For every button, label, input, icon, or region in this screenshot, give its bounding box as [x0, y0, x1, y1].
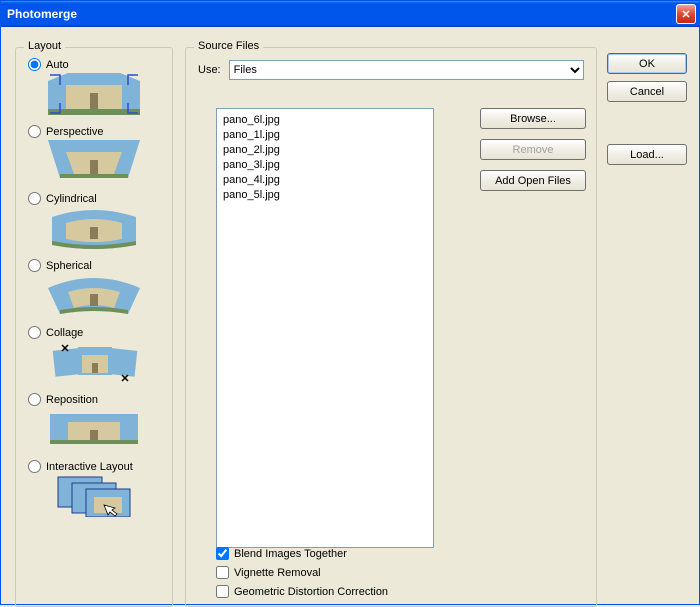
cylindrical-thumb-icon [48, 207, 140, 249]
use-select[interactable]: Files [229, 60, 584, 80]
layout-spherical-label: Spherical [46, 260, 92, 272]
source-files-group: Source Files Use: Files pano_6l.jpgpano_… [185, 47, 597, 607]
vignette-check-row[interactable]: Vignette Removal [216, 566, 388, 579]
layout-collage-thumb [48, 341, 140, 383]
layout-interactive-row[interactable]: Interactive Layout [28, 460, 164, 473]
layout-reposition-row[interactable]: Reposition [28, 393, 164, 406]
collage-thumb-icon [48, 341, 140, 383]
layout-collage-row[interactable]: Collage [28, 326, 164, 339]
file-item[interactable]: pano_5l.jpg [223, 188, 427, 203]
layout-perspective-radio[interactable] [28, 125, 41, 138]
file-item[interactable]: pano_4l.jpg [223, 173, 427, 188]
file-item[interactable]: pano_2l.jpg [223, 143, 427, 158]
layout-auto-radio[interactable] [28, 58, 41, 71]
remove-button[interactable]: Remove [480, 139, 586, 160]
layout-interactive-radio[interactable] [28, 460, 41, 473]
titlebar[interactable]: Photomerge ✕ [1, 1, 699, 27]
photomerge-dialog: Photomerge ✕ Layout Auto Perspective Cyl… [0, 0, 700, 605]
blend-checkbox[interactable] [216, 547, 229, 560]
load-button[interactable]: Load... [607, 144, 687, 165]
layout-legend: Layout [24, 40, 65, 52]
file-item[interactable]: pano_3l.jpg [223, 158, 427, 173]
use-row: Use: Files [198, 60, 584, 80]
layout-spherical-thumb [48, 274, 140, 316]
layout-perspective-row[interactable]: Perspective [28, 125, 164, 138]
layout-interactive-label: Interactive Layout [46, 461, 133, 473]
layout-perspective-thumb [48, 140, 140, 182]
geometric-checkbox[interactable] [216, 585, 229, 598]
blend-label: Blend Images Together [234, 548, 347, 560]
source-legend: Source Files [194, 40, 263, 52]
perspective-thumb-icon [48, 140, 140, 182]
use-label: Use: [198, 64, 221, 76]
layout-spherical-row[interactable]: Spherical [28, 259, 164, 272]
layout-cylindrical-thumb [48, 207, 140, 249]
vignette-checkbox[interactable] [216, 566, 229, 579]
dialog-buttons: OK Cancel Load... [607, 53, 687, 165]
layout-interactive-thumb [48, 475, 140, 517]
reposition-thumb-icon [48, 408, 140, 450]
close-button[interactable]: ✕ [676, 4, 696, 24]
file-item[interactable]: pano_1l.jpg [223, 128, 427, 143]
layout-auto-row[interactable]: Auto [28, 58, 164, 71]
ok-button[interactable]: OK [607, 53, 687, 74]
layout-collage-radio[interactable] [28, 326, 41, 339]
cancel-button[interactable]: Cancel [607, 81, 687, 102]
layout-collage-label: Collage [46, 327, 83, 339]
layout-spherical-radio[interactable] [28, 259, 41, 272]
source-buttons: Browse... Remove Add Open Files [480, 108, 586, 191]
browse-button[interactable]: Browse... [480, 108, 586, 129]
geometric-check-row[interactable]: Geometric Distortion Correction [216, 585, 388, 598]
options-checks: Blend Images Together Vignette Removal G… [216, 547, 388, 598]
layout-auto-label: Auto [46, 59, 69, 71]
file-item[interactable]: pano_6l.jpg [223, 113, 427, 128]
layout-reposition-label: Reposition [46, 394, 98, 406]
layout-auto-thumb [48, 73, 140, 115]
file-list[interactable]: pano_6l.jpgpano_1l.jpgpano_2l.jpgpano_3l… [216, 108, 434, 548]
content-area: Layout Auto Perspective Cylindrical Sphe… [1, 27, 699, 604]
spherical-thumb-icon [48, 274, 140, 316]
layout-reposition-thumb [48, 408, 140, 450]
layout-group: Layout Auto Perspective Cylindrical Sphe… [15, 47, 173, 607]
spacer [607, 109, 687, 137]
close-icon: ✕ [681, 8, 690, 21]
layout-cylindrical-radio[interactable] [28, 192, 41, 205]
layout-reposition-radio[interactable] [28, 393, 41, 406]
interactive-thumb-icon [48, 475, 140, 517]
layout-perspective-label: Perspective [46, 126, 103, 138]
auto-thumb-icon [48, 73, 140, 115]
layout-cylindrical-row[interactable]: Cylindrical [28, 192, 164, 205]
window-title: Photomerge [7, 7, 676, 21]
blend-check-row[interactable]: Blend Images Together [216, 547, 388, 560]
vignette-label: Vignette Removal [234, 567, 321, 579]
geometric-label: Geometric Distortion Correction [234, 586, 388, 598]
add-open-files-button[interactable]: Add Open Files [480, 170, 586, 191]
layout-cylindrical-label: Cylindrical [46, 193, 97, 205]
